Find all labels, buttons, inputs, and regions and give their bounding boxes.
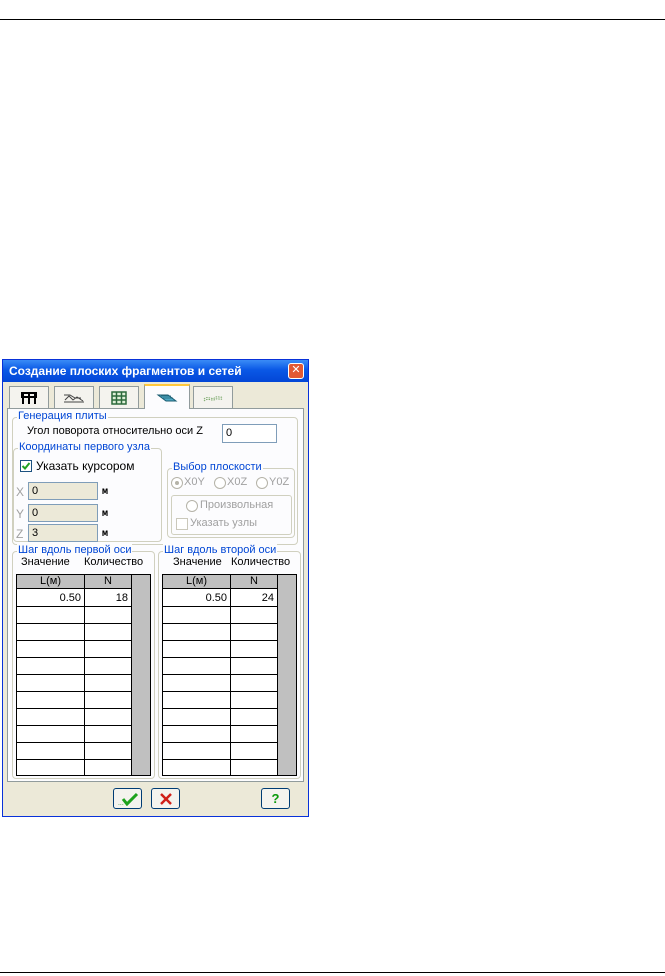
step2-cell-l[interactable]: 0.50 [163, 590, 230, 606]
help-button[interactable]: ? [261, 788, 290, 809]
tab-frame[interactable] [9, 386, 49, 408]
step2-grid-gutter [277, 575, 296, 775]
tab-grid[interactable] [99, 386, 139, 408]
plane-selection-group: Выбор плоскости X0Y X0Z Y0Z Произвольная… [167, 461, 295, 538]
tab-shell[interactable] [193, 386, 233, 408]
step2-legend: Шаг вдоль второй оси [163, 544, 278, 556]
step2-count-header: Количество [231, 556, 291, 568]
frame-icon [21, 391, 37, 404]
step2-group: Шаг вдоль второй оси Значение Количество… [158, 544, 301, 779]
x-label: X [16, 485, 25, 499]
check-mark-icon [21, 462, 31, 470]
nodes-label: Указать узлы [190, 517, 258, 529]
step2-row-line [163, 606, 277, 607]
step2-row-line [163, 640, 277, 641]
tab-panel: Генерация плиты Угол поворота относитель… [7, 408, 304, 782]
step1-cell-n[interactable]: 18 [85, 590, 131, 606]
shell-icon [203, 395, 223, 401]
step2-col-n: N [231, 575, 278, 589]
plate-generation-group: Генерация плиты Угол поворота относитель… [12, 410, 298, 545]
z-label: Z [16, 527, 24, 541]
radio-y0z-label: Y0Z [269, 476, 290, 488]
step1-count-header: Количество [84, 556, 144, 568]
step1-cell-l[interactable]: 0.50 [17, 590, 84, 606]
step1-grid[interactable]: L(м) N 0.50 18 [16, 574, 151, 776]
radio-x0z[interactable] [214, 477, 226, 489]
step2-row-line [163, 623, 277, 624]
step2-row-line [163, 742, 277, 743]
rotation-label: Угол поворота относительно оси Z [27, 425, 203, 437]
step1-row-line [17, 606, 131, 607]
radio-y0z[interactable] [256, 477, 268, 489]
y-coord-field[interactable]: 0 [28, 504, 98, 522]
arbitrary-plane-box: Произвольная Указать узлы [171, 495, 292, 535]
dialog-title: Создание плоских фрагментов и сетей [9, 364, 242, 378]
step1-grid-gutter [131, 575, 150, 775]
cancel-button[interactable] [151, 788, 180, 809]
step1-col-l: L(м) [17, 575, 85, 589]
help-label: ? [271, 791, 280, 806]
x-unit: м [102, 486, 109, 497]
tab-plate[interactable] [144, 384, 190, 409]
page-top-rule [0, 19, 665, 20]
step2-col-l: L(м) [163, 575, 231, 589]
z-unit: м [102, 528, 109, 539]
cursor-checkbox[interactable] [20, 460, 32, 472]
z-coord-field[interactable]: 3 [28, 524, 98, 542]
step1-row-line [17, 759, 131, 760]
step1-row-line [17, 708, 131, 709]
nodes-checkbox[interactable] [176, 518, 188, 530]
check-icon: ... [118, 792, 138, 806]
close-button[interactable]: ✕ [288, 363, 304, 379]
step2-row-line [163, 725, 277, 726]
first-node-legend: Координаты первого узла [18, 441, 151, 453]
step1-row-line [17, 691, 131, 692]
step1-value-header: Значение [21, 556, 70, 568]
cursor-label: Указать курсором [36, 459, 135, 473]
step1-row-line [17, 674, 131, 675]
step1-row-line [17, 742, 131, 743]
page-bottom-rule [0, 972, 665, 973]
y-label: Y [16, 507, 25, 521]
step2-row-line [163, 759, 277, 760]
plate-fragment-dialog: Создание плоских фрагментов и сетей ✕ Ге… [2, 359, 309, 817]
step2-row-line [163, 691, 277, 692]
radio-x0y-label: X0Y [184, 476, 205, 488]
x-coord-field[interactable]: 0 [28, 482, 98, 500]
truss-icon [64, 394, 84, 402]
step1-row-line [17, 623, 131, 624]
step2-value-header: Значение [173, 556, 222, 568]
tab-truss[interactable] [54, 386, 94, 408]
rotation-angle-input[interactable]: 0 [222, 424, 277, 443]
step1-group: Шаг вдоль первой оси Значение Количество… [12, 544, 155, 779]
plane-legend: Выбор плоскости [172, 461, 263, 473]
radio-arbitrary[interactable] [186, 500, 198, 512]
step1-row-line [17, 725, 131, 726]
step2-row-line [163, 708, 277, 709]
first-node-group: Координаты первого узла Указать курсором… [13, 441, 162, 542]
step2-cell-n[interactable]: 24 [231, 590, 277, 606]
step2-row-line [163, 674, 277, 675]
ok-button[interactable]: ... [113, 788, 142, 809]
step1-col-n: N [85, 575, 132, 589]
step1-legend: Шаг вдоль первой оси [17, 544, 133, 556]
radio-arbitrary-label: Произвольная [200, 499, 274, 511]
step2-grid[interactable]: L(м) N 0.50 24 [162, 574, 297, 776]
radio-x0z-label: X0Z [227, 476, 248, 488]
grid-icon [111, 390, 127, 405]
cross-icon [159, 792, 172, 805]
plate-icon [156, 394, 178, 401]
plate-generation-legend: Генерация плиты [17, 410, 108, 422]
y-unit: м [102, 508, 109, 519]
step1-row-line [17, 657, 131, 658]
step1-row-line [17, 640, 131, 641]
radio-x0y[interactable] [171, 477, 183, 489]
step2-row-line [163, 657, 277, 658]
title-bar[interactable]: Создание плоских фрагментов и сетей ✕ [3, 360, 308, 382]
